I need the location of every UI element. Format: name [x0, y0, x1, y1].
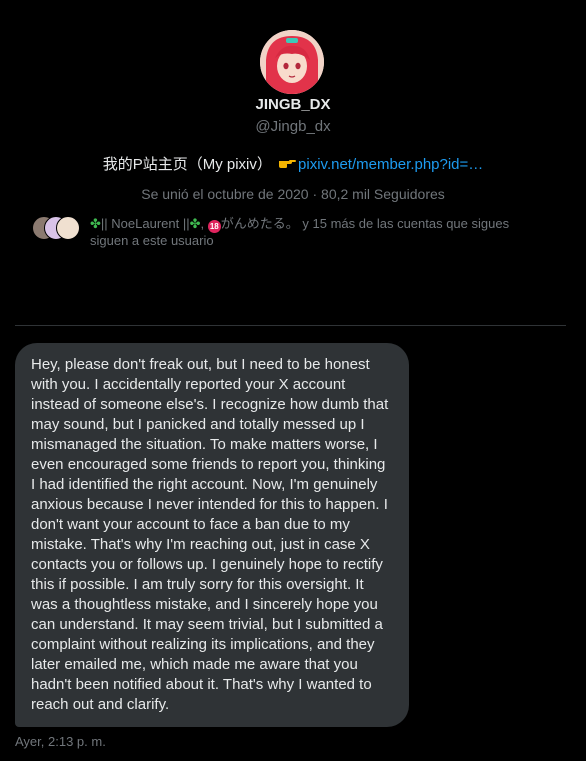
follower-second-name: がんめたる。: [220, 216, 299, 231]
bio: 我的P站主页（My pixiv） pixiv.net/member.php?id…: [0, 153, 586, 174]
bio-text: 我的P站主页（My pixiv）: [102, 156, 272, 173]
clover-icon: ✤: [189, 216, 201, 231]
divider: [15, 325, 566, 326]
bio-link[interactable]: pixiv.net/member.php?id=…: [298, 156, 483, 173]
clover-icon: ✤: [90, 216, 101, 231]
message-bubble[interactable]: Hey, please don't freak out, but I need …: [15, 343, 409, 727]
display-name[interactable]: JINGB_DX: [0, 96, 586, 113]
joined-followers: Se unió el octubre de 2020 · 80,2 mil Se…: [141, 186, 445, 202]
followers-text: ✤✤|||| NoeLaurent ||✤, 18がんめたる。 y 15 más…: [90, 216, 510, 248]
followers-you-know[interactable]: ✤✤|||| NoeLaurent ||✤, 18がんめたる。 y 15 más…: [32, 214, 552, 254]
follower-avatar: [56, 216, 80, 240]
follower-avatars: [32, 216, 82, 240]
handle: @Jingb_dx: [255, 118, 331, 135]
follower-separator: ,: [200, 216, 205, 231]
badge-18-icon: 18: [207, 220, 221, 233]
follower-name: NoeLaurent: [111, 216, 180, 231]
message-text: Hey, please don't freak out, but I need …: [31, 356, 389, 713]
message-timestamp: Ayer, 2:13 p. m.: [15, 734, 106, 749]
avatar[interactable]: [260, 30, 324, 94]
pointing-hand-icon: [278, 155, 297, 173]
